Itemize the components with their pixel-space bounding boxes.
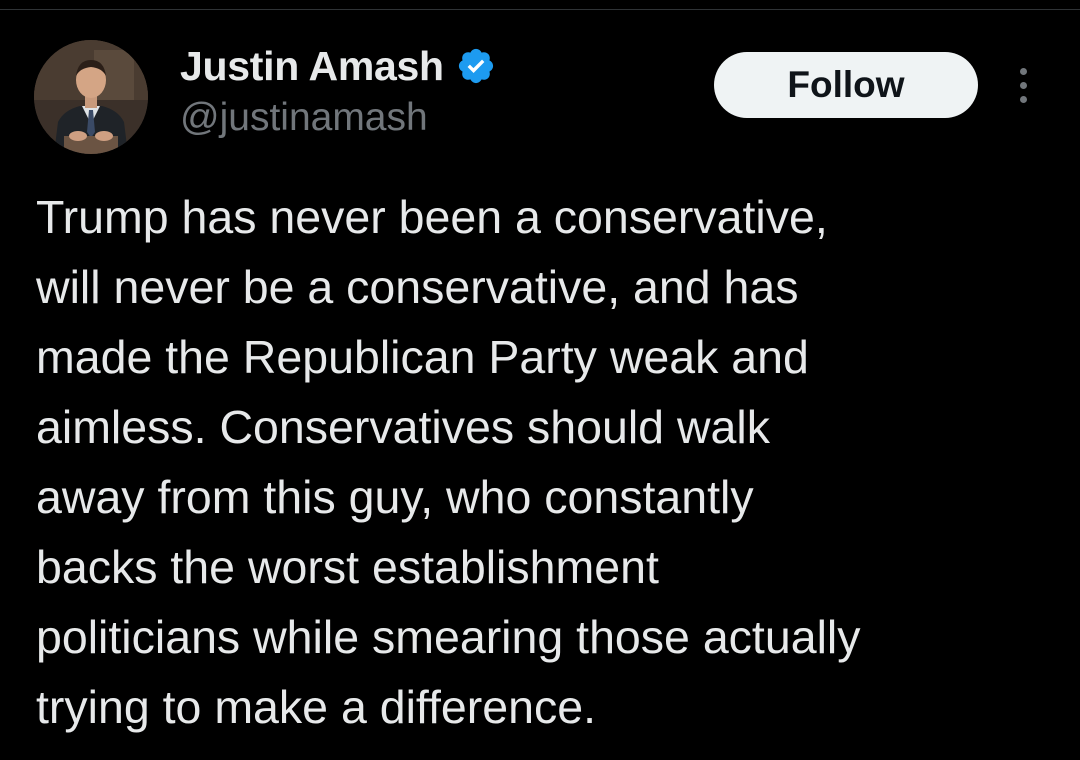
verified-badge-icon[interactable] [456, 46, 496, 86]
more-dot [1019, 81, 1027, 89]
author-handle[interactable]: @justinamash [180, 96, 428, 140]
tweet-text-line: away from this guy, who constantly [36, 471, 754, 523]
tweet-text-line: Trump has never been a conservative, [36, 191, 828, 243]
tweet-text-line: politicians while smearing those actuall… [36, 611, 861, 663]
tweet: Justin Amash @justinamash Follow Trump h… [0, 0, 1080, 760]
tweet-text-line: aimless. Conservatives should walk [36, 401, 770, 453]
tweet-text-line: trying to make a difference. [36, 681, 597, 733]
more-dot [1019, 95, 1027, 103]
tweet-text-line: backs the worst establishment [36, 541, 659, 593]
author-name-row: Justin Amash [180, 40, 496, 92]
profile-photo-icon [34, 40, 148, 154]
display-name[interactable]: Justin Amash [180, 43, 444, 90]
avatar[interactable] [34, 40, 148, 154]
tweet-text-line: made the Republican Party weak and [36, 331, 809, 383]
follow-button[interactable]: Follow [714, 52, 978, 118]
more-options-icon[interactable] [1004, 62, 1042, 108]
more-dot [1019, 67, 1027, 75]
tweet-text-line: will never be a conservative, and has [36, 261, 799, 313]
tweet-text: Trump has never been a conservative, wil… [36, 182, 1056, 742]
